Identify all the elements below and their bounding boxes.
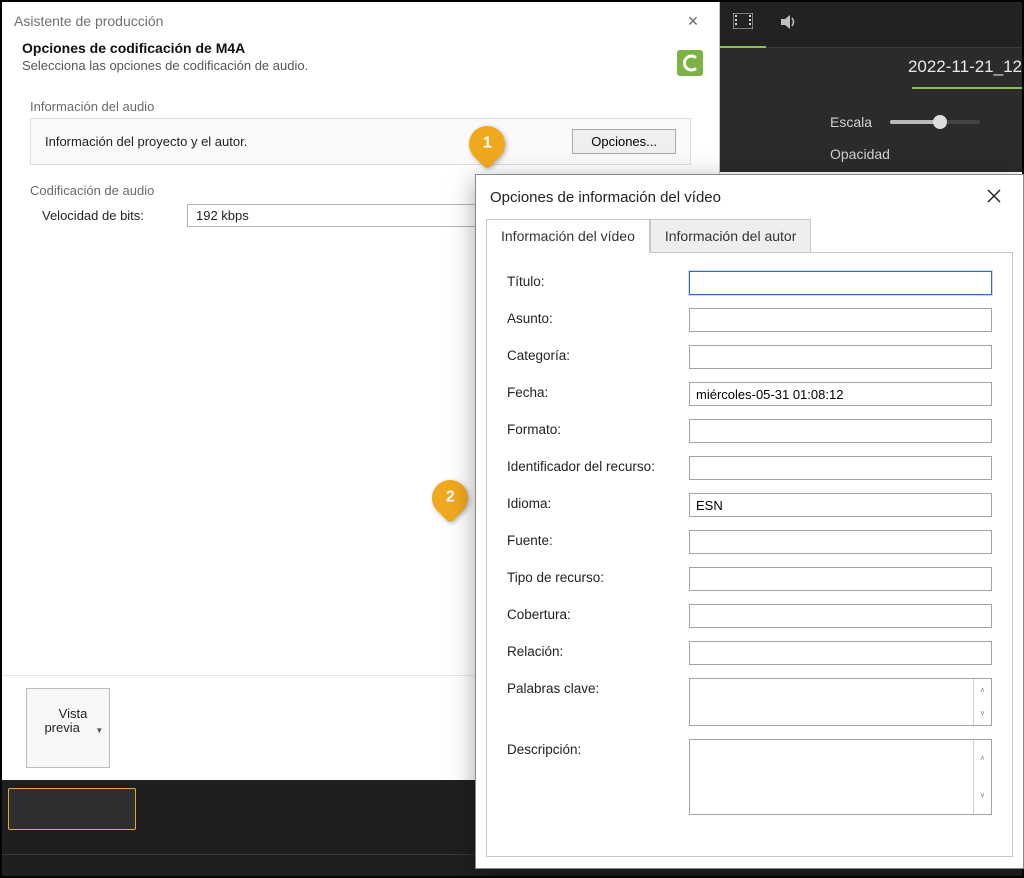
fecha-label: Fecha: — [507, 382, 689, 400]
film-icon — [733, 13, 753, 34]
recurso-id-input[interactable] — [689, 456, 992, 480]
video-info-panel: Título: Asunto: Categoría: Fecha: Format… — [486, 252, 1013, 857]
tab-video-info[interactable]: Información del vídeo — [486, 219, 650, 253]
dialog-tabs: Información del vídeo Información del au… — [476, 219, 1023, 253]
media-type-tabs — [720, 2, 1022, 48]
options-button[interactable]: Opciones... — [572, 129, 676, 154]
palabras-listbox[interactable]: ˄ ˅ — [689, 678, 992, 726]
formato-input[interactable] — [689, 419, 992, 443]
dialog-titlebar: Opciones de información del vídeo — [476, 175, 1023, 219]
file-name: 2022-11-21_12 — [908, 57, 1022, 77]
opacity-label: Opacidad — [830, 146, 890, 162]
idioma-label: Idioma: — [507, 493, 689, 511]
scale-row: Escala — [830, 114, 1022, 130]
speaker-icon — [780, 14, 798, 35]
scale-slider[interactable] — [890, 120, 980, 124]
idioma-input[interactable] — [689, 493, 992, 517]
slider-thumb-icon[interactable] — [933, 115, 947, 129]
titulo-label: Título: — [507, 271, 689, 289]
camtasia-logo-icon — [677, 50, 703, 76]
relacion-input[interactable] — [689, 641, 992, 665]
formato-label: Formato: — [507, 419, 689, 437]
audio-tab[interactable] — [766, 2, 812, 48]
close-icon: × — [688, 11, 699, 31]
wizard-heading: Opciones de codificación de M4A — [22, 40, 699, 56]
bitrate-label: Velocidad de bits: — [42, 208, 187, 223]
asunto-label: Asunto: — [507, 308, 689, 326]
video-info-dialog: Opciones de información del vídeo Inform… — [475, 174, 1024, 869]
palabras-spin-up[interactable]: ˄ — [974, 679, 991, 702]
tipo-input[interactable] — [689, 567, 992, 591]
relacion-label: Relación: — [507, 641, 689, 659]
audio-info-legend: Información del audio — [30, 99, 691, 114]
chevron-down-icon: ▼ — [95, 724, 103, 738]
chevron-up-icon: ˄ — [980, 754, 985, 763]
scale-label: Escala — [830, 114, 872, 130]
chevron-down-icon: ˅ — [980, 709, 985, 718]
file-tab-underline — [912, 87, 1022, 89]
palabras-spin-down[interactable]: ˅ — [974, 702, 991, 725]
audio-info-group: Información del audio Información del pr… — [30, 99, 691, 165]
close-icon — [987, 189, 1001, 206]
fuente-label: Fuente: — [507, 530, 689, 548]
chevron-down-icon: ˅ — [980, 791, 985, 800]
wizard-title: Asistente de producción — [14, 13, 679, 29]
chevron-up-icon: ˄ — [980, 686, 985, 695]
descripcion-spin-down[interactable]: ˅ — [974, 777, 991, 814]
video-tab[interactable] — [720, 2, 766, 48]
recurso-id-label: Identificador del recurso: — [507, 456, 689, 474]
asunto-input[interactable] — [689, 308, 992, 332]
dialog-close-button[interactable] — [979, 185, 1009, 209]
opacity-row: Opacidad — [830, 146, 1022, 162]
tab-author-info[interactable]: Información del autor — [650, 219, 812, 253]
descripcion-listbox[interactable]: ˄ ˅ — [689, 739, 992, 815]
descripcion-spin-up[interactable]: ˄ — [974, 740, 991, 777]
dialog-title: Opciones de información del vídeo — [490, 189, 979, 206]
categoria-label: Categoría: — [507, 345, 689, 363]
tipo-label: Tipo de recurso: — [507, 567, 689, 585]
app-properties-panel: 2022-11-21_12 Escala Opacidad — [720, 2, 1022, 172]
categoria-input[interactable] — [689, 345, 992, 369]
descripcion-label: Descripción: — [507, 739, 689, 757]
fuente-input[interactable] — [689, 530, 992, 554]
timeline-clip[interactable] — [8, 788, 136, 830]
titulo-input[interactable] — [689, 271, 992, 295]
preview-button[interactable]: Vista previa ▼ — [26, 688, 110, 768]
fecha-input[interactable] — [689, 382, 992, 406]
wizard-subheading: Selecciona las opciones de codificación … — [22, 58, 699, 73]
cobertura-input[interactable] — [689, 604, 992, 628]
palabras-label: Palabras clave: — [507, 678, 689, 696]
wizard-close-button[interactable]: × — [679, 10, 707, 32]
cobertura-label: Cobertura: — [507, 604, 689, 622]
wizard-titlebar: Asistente de producción × — [2, 2, 719, 36]
